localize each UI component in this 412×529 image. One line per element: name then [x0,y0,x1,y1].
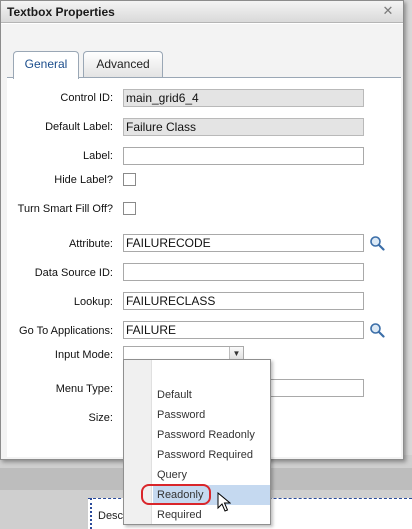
go-to-applications-label: Go To Applications: [19,325,113,337]
mouse-pointer-icon [217,492,231,512]
menu-type-label: Menu Type: [55,383,113,395]
data-source-id-label: Data Source ID: [34,267,113,279]
label-label: Label: [83,150,113,162]
hide-label-checkbox[interactable] [123,173,136,186]
go-to-applications-input[interactable]: FAILURE [123,321,364,339]
attribute-label: Attribute: [68,238,113,250]
background-desc-text: Desc [98,510,124,522]
background-cell-border [90,498,92,529]
smart-fill-off-checkbox[interactable] [123,202,136,215]
control-id-field: main_grid6_4 [123,89,364,107]
dropdown-option-query[interactable]: Query [153,465,270,485]
dialog-titlebar[interactable]: Textbox Properties ✕ [1,1,403,23]
attribute-lookup-icon[interactable] [369,235,385,251]
control-id-label: Control ID: [60,92,113,104]
lookup-input[interactable]: FAILURECLASS [123,292,364,310]
tab-advanced[interactable]: Advanced [83,51,163,77]
close-icon[interactable]: ✕ [381,4,395,18]
hide-label-label: Hide Label? [54,174,113,186]
dropdown-option-password-readonly[interactable]: Password Readonly [153,425,270,445]
smart-fill-off-label: Turn Smart Fill Off? [17,203,113,215]
attribute-input[interactable]: FAILURECODE [123,234,364,252]
highlight-ring [141,484,211,505]
tab-general[interactable]: General [13,51,79,79]
data-source-id-input[interactable] [123,263,364,281]
go-to-applications-lookup-icon[interactable] [369,322,385,338]
default-label-field: Failure Class [123,118,364,136]
default-label-label: Default Label: [45,121,113,133]
label-input[interactable] [123,147,364,165]
size-label: Size: [88,412,113,424]
dropdown-option-password[interactable]: Password [153,405,270,425]
dropdown-option-default[interactable]: Default [153,385,270,405]
dialog-title: Textbox Properties [7,5,115,19]
input-mode-label: Input Mode: [54,349,113,361]
lookup-label: Lookup: [73,296,113,308]
dropdown-option-password-required[interactable]: Password Required [153,445,270,465]
dropdown-option-required[interactable]: Required [153,505,270,525]
